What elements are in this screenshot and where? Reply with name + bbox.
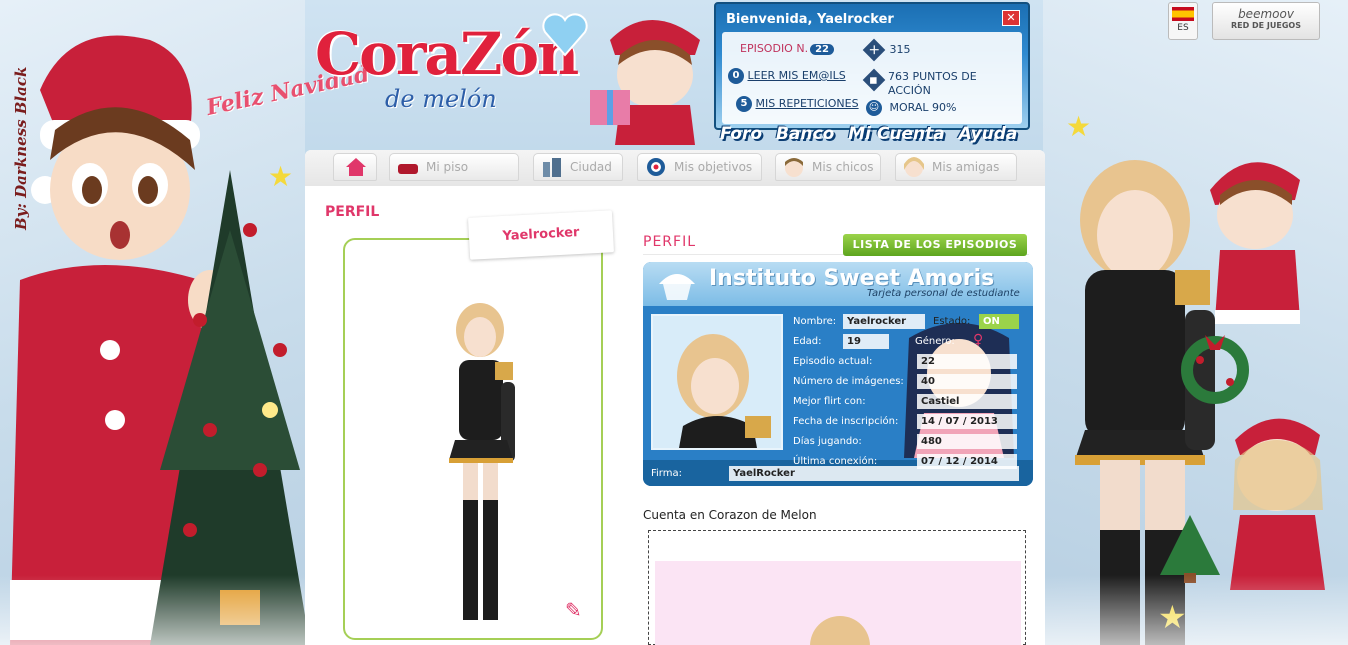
nav-banco[interactable]: Banco	[776, 124, 834, 144]
field-last-login-value: 07 / 12 / 2014	[917, 454, 1017, 469]
welcome-panel: Bienvenida, Yaelrocker ✕ EPISODIO N. 22 ✕…	[714, 2, 1030, 130]
chibi-santa-illustration	[1210, 162, 1300, 324]
field-name-value: Yaelrocker	[843, 314, 925, 329]
girl-face-icon	[904, 157, 924, 177]
tab-mis-chicos[interactable]: Mis chicos	[775, 153, 881, 181]
read-emails-link[interactable]: LEER MIS EM@ILS	[748, 69, 846, 82]
logo-title: CoraZón	[315, 20, 579, 88]
star-icon: ★	[1066, 110, 1092, 143]
player-name-tag: Yaelrocker	[467, 210, 615, 260]
wreath-icon	[1181, 335, 1249, 404]
logo-subtitle: de melón	[385, 85, 497, 113]
christmas-tree-illustration	[150, 170, 310, 645]
action-points-row: ◆ 763 PUNTOS DE ACCIÓN	[862, 68, 986, 98]
star-icon: ★	[268, 160, 294, 193]
tab-ciudad[interactable]: Ciudad	[533, 153, 623, 181]
city-icon	[543, 158, 561, 177]
edit-pencil-icon[interactable]: ✎	[565, 598, 582, 622]
dollars-icon: ✕	[862, 38, 886, 62]
language-selector[interactable]: ES	[1168, 2, 1198, 40]
tab-label: Mis amigas	[932, 160, 1000, 174]
field-days-value: 480	[917, 434, 1017, 449]
tab-label: Ciudad	[570, 160, 612, 174]
field-episode-value: 22	[917, 354, 1017, 369]
tab-mis-amigas[interactable]: Mis amigas	[895, 153, 1017, 181]
repetitions-link[interactable]: MIS REPETICIONES	[756, 97, 859, 110]
gender-label: Género:	[915, 336, 955, 347]
avatar-full-body	[449, 303, 515, 620]
status-badge: ON	[979, 314, 1019, 329]
site-logo[interactable]: Feliz Navidad CoraZón de melón	[195, 10, 715, 160]
main-tabs: Mi piso Ciudad Mis objetivos Mis chicos …	[305, 150, 1045, 186]
chibi-gift-illustration	[590, 20, 700, 145]
dollars-value: 315	[889, 43, 911, 56]
cupcake-icon	[659, 274, 695, 300]
profile-subheading: PERFIL	[643, 234, 696, 250]
page-title: PERFIL	[325, 204, 380, 220]
language-code: ES	[1177, 23, 1189, 33]
status-label: Estado:	[933, 316, 971, 327]
beemoov-logo: beemoov	[1238, 7, 1294, 21]
tab-home[interactable]	[333, 153, 377, 181]
tab-label: Mis objetivos	[674, 160, 753, 174]
action-points-icon: ◆	[862, 68, 886, 92]
account-banner-image	[655, 561, 1021, 645]
field-label: Fecha de inscripción:	[793, 416, 899, 427]
moral-value: MORAL 90%	[889, 101, 957, 114]
main-content: Mi piso Ciudad Mis objetivos Mis chicos …	[305, 150, 1045, 645]
heart-icon	[542, 13, 588, 57]
nav-mi-cuenta[interactable]: Mi Cuenta	[848, 124, 944, 144]
tab-label: Mis chicos	[812, 160, 874, 174]
field-label: Episodio actual:	[793, 356, 873, 367]
field-label: Edad:	[793, 336, 822, 347]
close-icon[interactable]: ✕	[1002, 10, 1020, 26]
tab-mi-piso[interactable]: Mi piso	[389, 153, 519, 181]
female-gender-icon: ♀	[973, 332, 984, 348]
boy-face-icon	[785, 158, 803, 177]
id-card-subtitle: Tarjeta personal de estudiante	[867, 288, 1020, 299]
welcome-text: Bienvenida, Yaelrocker	[726, 12, 894, 27]
moral-row: ☺ MORAL 90%	[866, 100, 956, 116]
episode-row[interactable]: EPISODIO N. 22	[740, 42, 834, 55]
avatar-portrait	[651, 314, 783, 450]
repetitions-count-badge: 5	[736, 96, 752, 112]
top-navigation: Foro Banco Mi Cuenta Ayuda	[720, 124, 1025, 144]
episode-list-button[interactable]: LISTA DE LOS EPISODIOS	[843, 234, 1027, 256]
banner-avatar-head	[810, 616, 870, 645]
field-signup-date-value: 14 / 07 / 2013	[917, 414, 1017, 429]
beemoov-tagline: RED DE JUEGOS	[1230, 21, 1301, 30]
field-age-value: 19	[843, 334, 889, 349]
signature-label: Firma:	[651, 468, 682, 479]
field-label: Nombre:	[793, 316, 837, 327]
sofa-icon	[398, 164, 418, 174]
dollars-row: ✕ 315	[862, 38, 911, 62]
tab-label: Mi piso	[426, 160, 469, 174]
emails-count-badge: 0	[728, 68, 744, 84]
home-icon	[346, 158, 366, 176]
field-label: Mejor flirt con:	[793, 396, 866, 407]
moral-icon: ☺	[866, 100, 882, 116]
emails-row[interactable]: 0 LEER MIS EM@ILS	[728, 68, 846, 84]
student-id-card: Instituto Sweet Amoris Tarjeta personal …	[643, 262, 1033, 486]
account-banner-box	[648, 530, 1026, 645]
beemoov-network-link[interactable]: beemoov RED DE JUEGOS	[1212, 2, 1320, 40]
nav-ayuda[interactable]: Ayuda	[959, 124, 1018, 144]
chibi-girl-illustration	[1230, 418, 1325, 590]
field-images-value: 40	[917, 374, 1017, 389]
spain-flag-icon	[1172, 7, 1194, 21]
episode-number-badge: 22	[810, 44, 834, 55]
field-label: Última conexión:	[793, 456, 878, 467]
episode-label: EPISODIO N.	[740, 42, 809, 55]
avatar-card: ✎	[343, 238, 603, 640]
field-label: Número de imágenes:	[793, 376, 904, 387]
action-points-value: 763 PUNTOS DE ACCIÓN	[888, 70, 977, 97]
field-best-flirt-value: Castiel	[917, 394, 1017, 409]
tab-mis-objetivos[interactable]: Mis objetivos	[637, 153, 762, 181]
target-icon	[647, 158, 665, 176]
nav-foro[interactable]: Foro	[720, 124, 762, 144]
account-label: Cuenta en Corazon de Melon	[643, 508, 817, 522]
repetitions-row[interactable]: 5 MIS REPETICIONES	[736, 96, 859, 112]
field-label: Días jugando:	[793, 436, 862, 447]
